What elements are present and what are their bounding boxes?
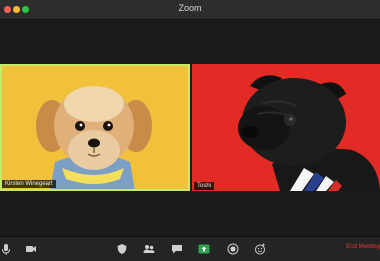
title-bar: Zoom xyxy=(0,0,380,20)
participants-icon[interactable] xyxy=(143,243,155,255)
participant-video-pug xyxy=(238,75,380,191)
participant-name-label: Kirsten Winegeart xyxy=(2,180,56,188)
microphone-icon[interactable] xyxy=(0,243,12,255)
window-title: Zoom xyxy=(178,3,202,13)
zoom-window: Zoom Kirsten Winegeart Toshi End Meeting xyxy=(0,0,380,261)
chat-icon[interactable] xyxy=(171,243,183,255)
record-icon[interactable] xyxy=(227,243,239,255)
share-screen-icon[interactable] xyxy=(198,243,210,255)
security-shield-icon[interactable] xyxy=(116,243,128,255)
end-meeting-button[interactable]: End Meeting xyxy=(346,244,380,250)
video-tile-kirsten[interactable]: Kirsten Winegeart xyxy=(0,64,190,191)
video-tile-toshi[interactable]: Toshi xyxy=(192,64,380,191)
reactions-icon[interactable] xyxy=(254,243,266,255)
participant-name-label: Toshi xyxy=(194,182,215,190)
participant-video-dog xyxy=(36,86,152,189)
meeting-toolbar: End Meeting xyxy=(0,236,380,261)
video-camera-icon[interactable] xyxy=(25,243,37,255)
